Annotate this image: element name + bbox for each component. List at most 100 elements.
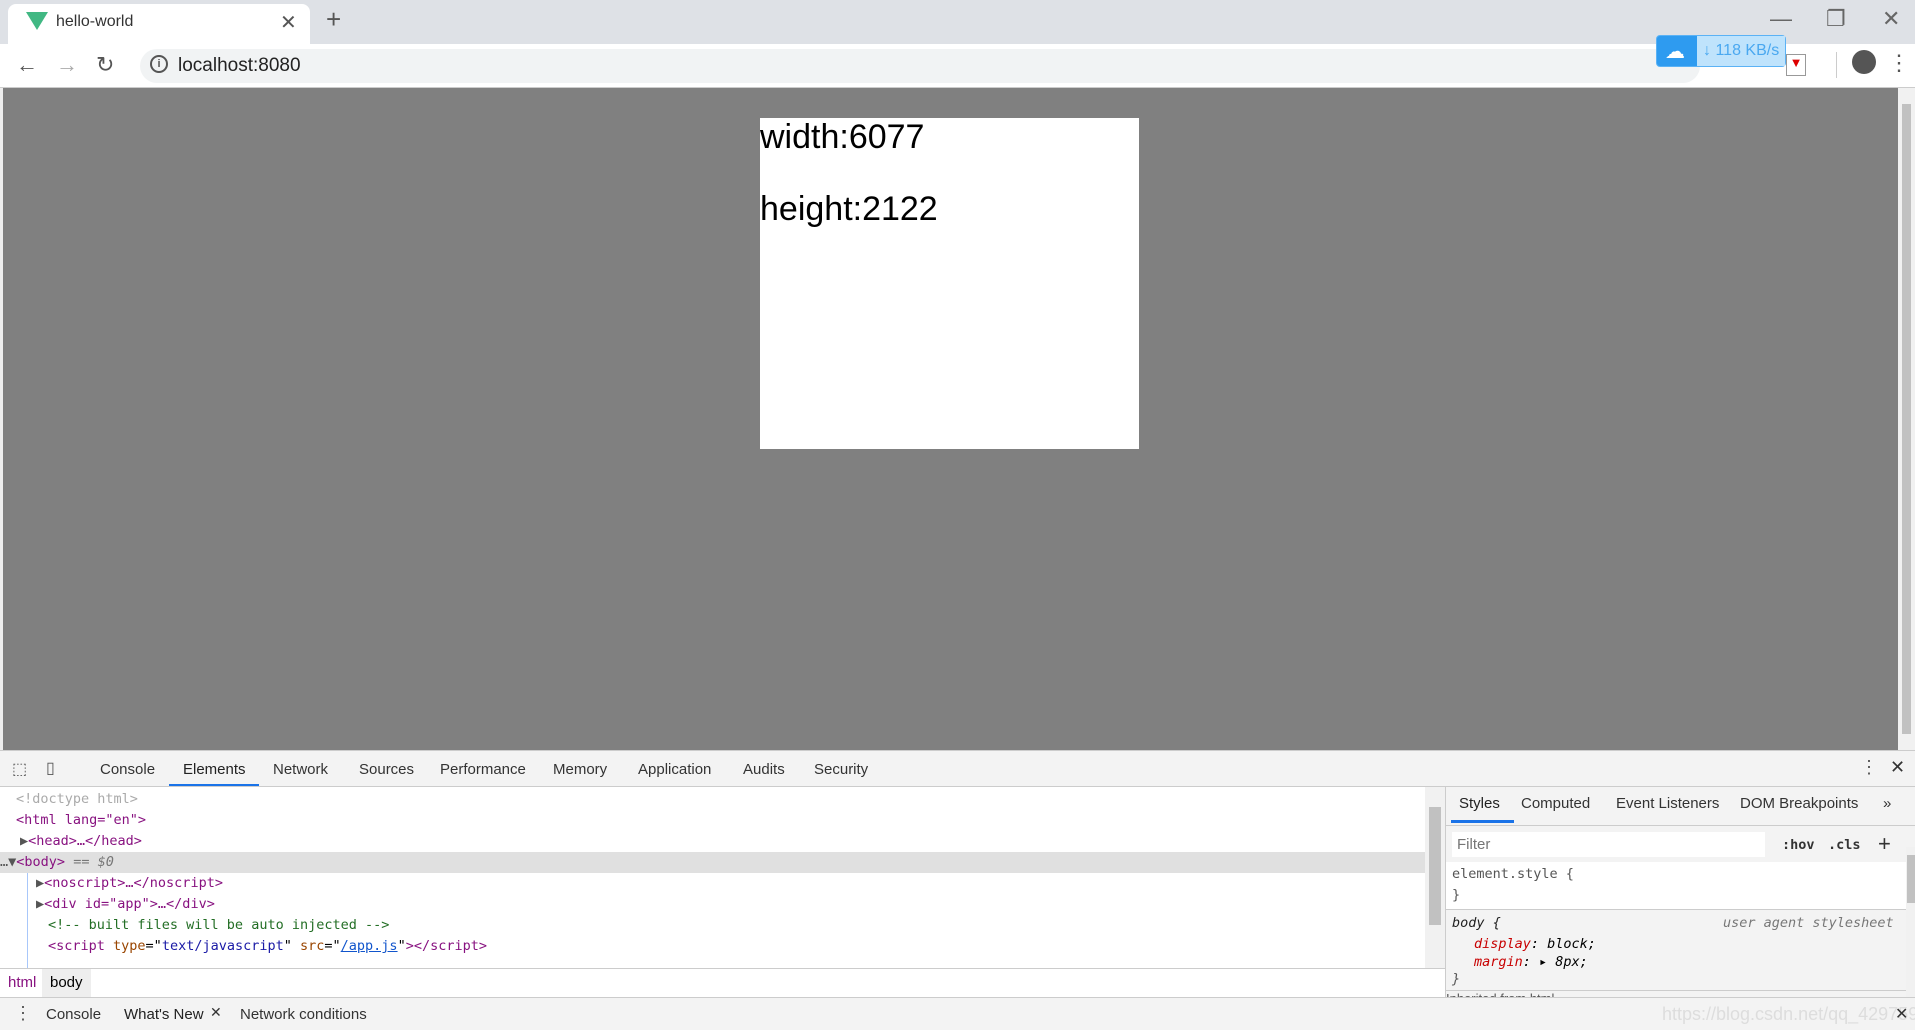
tab-network[interactable]: Network [273,761,328,778]
rule-source: user agent stylesheet [1723,915,1894,931]
address-toolbar: ← → ↻ i localhost:8080 ▼ ⋮ [0,44,1915,88]
close-brace: } [1452,971,1461,987]
profile-icon[interactable] [1852,50,1876,74]
active-tab-indicator [1451,820,1514,823]
active-tab-indicator [169,784,259,786]
tab-memory[interactable]: Memory [553,761,607,778]
devtools-menu-icon[interactable]: ⋮ [1860,757,1878,778]
drawer-tab-console[interactable]: Console [46,1006,101,1023]
head-text: <head>…</head> [28,833,142,849]
restore-button[interactable]: ❐ [1826,6,1846,32]
tab-audits[interactable]: Audits [743,761,785,778]
mcafee-extension-icon[interactable]: ▼ [1786,54,1806,76]
expand-arrow-icon[interactable]: ▶ [20,833,28,849]
drawer-menu-icon[interactable]: ⋮ [14,1003,32,1024]
tab-close-icon[interactable]: ✕ [280,10,297,35]
tab-styles[interactable]: Styles [1459,795,1500,812]
style-prop-display[interactable]: display: block; [1474,936,1596,952]
browser-tab[interactable]: hello-world ✕ [8,4,310,44]
doctype-node[interactable]: <!doctype html> [0,789,1425,810]
styles-pane: Styles Computed Event Listeners DOM Brea… [1445,787,1915,997]
noscript-text: <noscript>…</noscript> [44,875,223,891]
breadcrumb-html[interactable]: html [8,974,36,991]
drawer-tab-network-conditions[interactable]: Network conditions [240,1006,367,1023]
watermark: https://blog.csdn.net/qq_42975999 [1662,1004,1915,1024]
tab-performance[interactable]: Performance [440,761,526,778]
comment-node[interactable]: <!-- built files will be auto injected -… [0,915,1425,936]
body-rule: body { user agent stylesheet display: bl… [1446,911,1906,991]
body-node[interactable]: …▼<body> == $0 [0,852,1425,873]
element-style-rule: element.style { } [1446,862,1906,910]
app-div-text: <div id="app">…</div> [44,896,215,912]
drawer-close-icon[interactable]: ✕ [1895,1004,1908,1024]
app-div-node[interactable]: ▶<div id="app">…</div> [0,894,1425,915]
breadcrumb: html body [0,968,1445,997]
tab-application[interactable]: Application [638,761,711,778]
breadcrumb-body[interactable]: body [42,969,91,997]
more-tabs-icon[interactable]: » [1883,795,1891,812]
prop-name: margin [1474,954,1523,970]
script-node[interactable]: <script type="text/javascript" src="/app… [0,936,1425,957]
scroll-thumb[interactable] [1902,104,1911,734]
styles-scrollbar[interactable] [1906,847,1915,997]
back-button[interactable]: ← [16,52,38,78]
tab-elements[interactable]: Elements [183,761,246,778]
html-node[interactable]: <html lang="en"> [0,810,1425,831]
vue-logo-icon [26,12,48,30]
window-close-button[interactable]: ✕ [1882,6,1900,32]
reload-button[interactable]: ↻ [96,52,114,78]
width-text: width:6077 [760,118,925,156]
close-brace: } [1452,887,1461,903]
minimize-button[interactable]: — [1770,6,1792,32]
hov-toggle[interactable]: :hov [1782,837,1815,853]
styles-filter-input[interactable] [1452,832,1765,857]
devtools-drawer: ⋮ Console What's New ✕ Network condition… [0,997,1915,1030]
download-speed: ↓ 118 KB/s [1697,36,1785,66]
scroll-thumb[interactable] [1907,855,1915,903]
devtools-toolbar: ⬚ ▯ Console Elements Network Sources Per… [0,750,1915,787]
divider [1836,52,1837,78]
close-tab-icon[interactable]: ✕ [210,1004,222,1021]
noscript-node[interactable]: ▶<noscript>…</noscript> [0,873,1425,894]
tab-event-listeners[interactable]: Event Listeners [1616,795,1719,812]
tab-title: hello-world [56,13,134,30]
info-icon[interactable]: i [150,55,168,73]
device-toolbar-icon[interactable]: ▯ [46,758,55,778]
download-speed-widget: ☁ ↓ 118 KB/s [1656,35,1786,67]
tab-security[interactable]: Security [814,761,868,778]
height-text: height:2122 [760,190,938,228]
script-src-link[interactable]: /app.js [341,938,398,954]
inspect-element-icon[interactable]: ⬚ [12,759,27,779]
prop-name: display [1474,936,1531,952]
tab-console[interactable]: Console [100,761,155,778]
indent-guide [27,873,28,968]
tab-sources[interactable]: Sources [359,761,414,778]
forward-button[interactable]: → [56,52,78,78]
tab-computed[interactable]: Computed [1521,795,1590,812]
drawer-tab-whats-new[interactable]: What's New [124,1006,204,1023]
omnibox[interactable]: i localhost:8080 [140,49,1700,83]
prop-value: 8px; [1555,954,1588,970]
app-box: width:6077 height:2122 [760,118,1139,449]
expand-arrow-icon[interactable]: ▶ [36,896,44,912]
head-node[interactable]: ▶<head>…</head> [0,831,1425,852]
element-style-selector[interactable]: element.style { [1452,866,1574,882]
style-prop-margin[interactable]: margin: ▸ 8px; [1474,954,1588,970]
more-icon[interactable]: …▼ [0,854,16,870]
elements-scrollbar[interactable] [1425,787,1445,968]
cls-toggle[interactable]: .cls [1828,837,1861,853]
expand-arrow-icon[interactable]: ▶ [36,875,44,891]
elements-tree: <!doctype html> <html lang="en"> ▶<head>… [0,787,1445,968]
new-tab-button[interactable]: + [326,4,341,35]
devtools-close-icon[interactable]: ✕ [1890,757,1905,778]
url-text[interactable]: localhost:8080 [178,55,301,77]
divider [1446,825,1915,826]
cloud-icon: ☁ [1665,41,1685,63]
menu-icon[interactable]: ⋮ [1888,50,1910,76]
scroll-thumb[interactable] [1429,807,1441,925]
selected-marker: == $0 [73,854,114,870]
tab-dom-breakpoints[interactable]: DOM Breakpoints [1740,795,1858,812]
new-rule-icon[interactable]: + [1878,831,1891,857]
page-scrollbar[interactable] [1898,88,1915,750]
speed-value: 118 KB/s [1715,42,1780,59]
